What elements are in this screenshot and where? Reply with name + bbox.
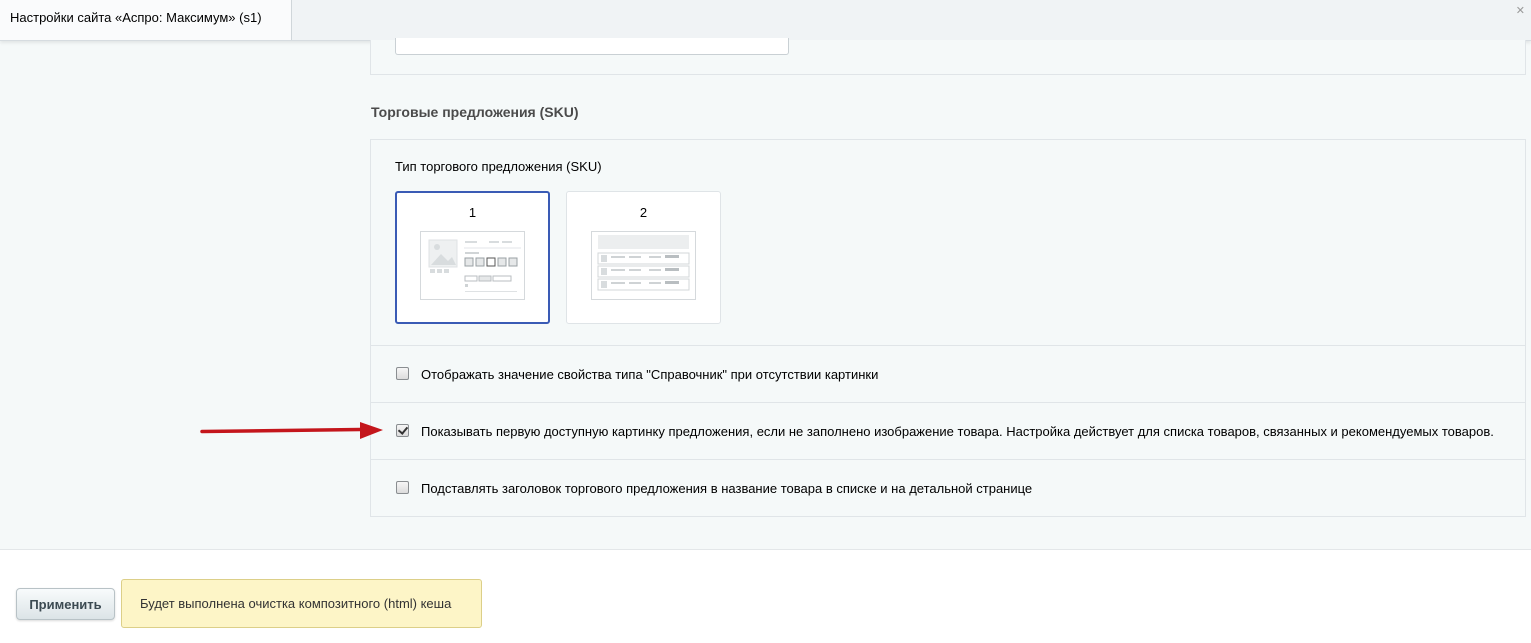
sku-layout-1-preview-icon [420,231,525,300]
sku-type-block: Тип торгового предложения (SKU) 1 2 [370,139,1526,346]
sku-option-number: 1 [468,205,477,220]
offer-title-checkbox[interactable] [396,481,409,494]
tab-site-settings[interactable]: Настройки сайта «Аспро: Максимум» (s1) [0,0,292,40]
sku-type-label: Тип торгового предложения (SKU) [395,159,602,174]
close-icon[interactable]: ✕ [1516,4,1525,17]
first-offer-image-checkbox[interactable] [396,424,409,437]
sku-layout-2-preview-icon [591,231,696,300]
cache-notice: Будет выполнена очистка композитного (ht… [121,579,482,628]
section-title: Торговые предложения (SKU) [371,104,579,120]
option-label: Показывать первую доступную картинку пре… [421,424,1494,439]
red-arrow-icon [200,422,383,439]
option-row-directory-property: Отображать значение свойства типа "Справ… [370,345,1526,403]
directory-property-checkbox[interactable] [396,367,409,380]
previous-setting-input[interactable] [395,38,789,55]
option-label: Подставлять заголовок торгового предложе… [421,481,1033,496]
tab-bar: Настройки сайта «Аспро: Максимум» (s1) ✕ [0,0,1531,41]
apply-button[interactable]: Применить [16,588,115,620]
previous-setting-block [370,38,1526,75]
option-row-first-offer-image: Показывать первую доступную картинку пре… [370,402,1526,460]
tab-title: Настройки сайта «Аспро: Максимум» (s1) [10,10,262,25]
option-label: Отображать значение свойства типа "Справ… [421,367,879,382]
sku-type-option-2[interactable]: 2 [566,191,721,324]
sku-option-number: 2 [639,205,648,220]
sku-type-option-1[interactable]: 1 [395,191,550,324]
option-row-offer-title: Подставлять заголовок торгового предложе… [370,459,1526,517]
footer-panel: Применить Будет выполнена очистка композ… [0,549,1531,643]
